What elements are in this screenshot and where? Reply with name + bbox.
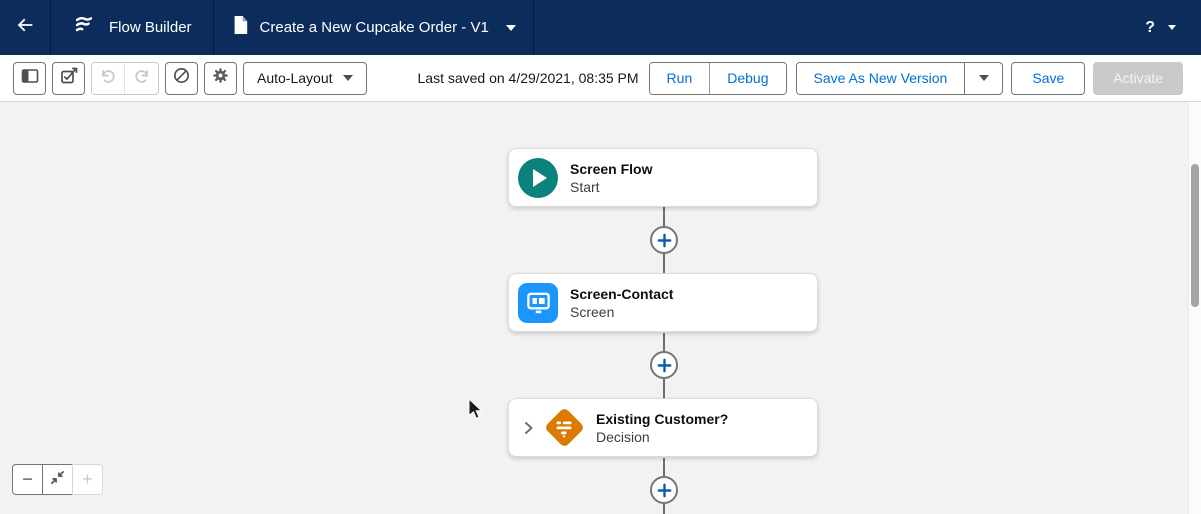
run-button[interactable]: Run — [650, 63, 710, 94]
plus-icon — [657, 233, 672, 248]
help-icon: ? — [1145, 19, 1155, 37]
scrollbar-thumb[interactable] — [1191, 164, 1199, 307]
last-saved-status: Last saved on 4/29/2021, 08:35 PM — [418, 70, 639, 86]
collapse-arrows-icon — [50, 470, 65, 490]
mouse-cursor — [468, 398, 484, 425]
zoom-controls: − + — [12, 464, 103, 495]
flow-title-menu[interactable]: Create a New Cupcake Order - V1 — [214, 0, 534, 55]
node-text: Screen Flow Start — [570, 160, 652, 196]
gear-icon — [211, 66, 230, 90]
activate-button[interactable]: Activate — [1093, 62, 1183, 95]
zoom-fit-button[interactable] — [42, 464, 73, 495]
plus-icon: + — [82, 469, 93, 490]
add-element-button[interactable] — [650, 476, 678, 504]
node-title: Screen Flow — [570, 160, 652, 178]
decision-element-icon — [542, 406, 586, 450]
save-button[interactable]: Save — [1011, 62, 1085, 95]
vertical-scrollbar — [1188, 102, 1201, 514]
flow-start-play-icon — [518, 158, 558, 198]
save-as-group: Save As New Version — [796, 62, 1004, 95]
node-subtitle: Decision — [596, 428, 728, 446]
back-button[interactable] — [0, 0, 51, 55]
flow-node-start[interactable]: Screen Flow Start — [508, 148, 818, 207]
toggle-toolbox-button[interactable] — [13, 62, 46, 95]
node-text: Screen-Contact Screen — [570, 285, 673, 321]
redo-button[interactable] — [125, 63, 158, 94]
help-caret-down-icon — [1168, 25, 1176, 30]
flow-title: Create a New Cupcake Order - V1 — [260, 19, 489, 36]
save-as-caret-down-icon — [979, 75, 989, 81]
screen-element-icon — [518, 283, 558, 323]
flow-node-existing-customer[interactable]: Existing Customer? Decision — [508, 398, 818, 457]
redo-icon — [133, 67, 151, 90]
flow-node-screen-contact[interactable]: Screen-Contact Screen — [508, 273, 818, 332]
debug-button[interactable]: Debug — [709, 63, 785, 94]
node-title: Existing Customer? — [596, 410, 728, 428]
run-debug-group: Run Debug — [649, 62, 787, 95]
view-errors-button[interactable] — [165, 62, 198, 95]
zoom-out-button[interactable]: − — [12, 464, 43, 495]
builder-toolbar: Auto-Layout Last saved on 4/29/2021, 08:… — [0, 55, 1201, 102]
app-header: Flow Builder Create a New Cupcake Order … — [0, 0, 1201, 55]
panel-toggle-icon — [20, 67, 40, 90]
undo-icon — [99, 67, 117, 90]
save-as-dropdown-button[interactable] — [964, 63, 1002, 94]
title-caret-down-icon — [506, 25, 516, 31]
undo-button[interactable] — [92, 63, 125, 94]
zoom-in-button[interactable]: + — [72, 464, 103, 495]
undo-redo-group — [91, 62, 159, 95]
add-element-button[interactable] — [650, 226, 678, 254]
flow-builder-logo-icon — [72, 13, 96, 42]
add-element-button[interactable] — [650, 351, 678, 379]
prohibit-icon — [172, 66, 191, 90]
select-elements-button[interactable] — [52, 62, 85, 95]
layout-caret-down-icon — [343, 75, 353, 81]
app-branding: Flow Builder — [51, 0, 214, 55]
help-menu[interactable]: ? — [1145, 0, 1201, 55]
expand-branches-chevron-icon[interactable] — [523, 420, 534, 436]
layout-mode-label: Auto-Layout — [257, 70, 333, 86]
layout-mode-dropdown[interactable]: Auto-Layout — [243, 62, 367, 95]
plus-icon — [657, 358, 672, 373]
save-as-new-version-button[interactable]: Save As New Version — [797, 63, 965, 94]
node-title: Screen-Contact — [570, 285, 673, 303]
node-subtitle: Screen — [570, 303, 673, 321]
document-icon — [231, 14, 249, 41]
app-name: Flow Builder — [109, 19, 192, 36]
plus-icon — [657, 483, 672, 498]
node-subtitle: Start — [570, 178, 652, 196]
multi-select-icon — [59, 66, 79, 91]
node-text: Existing Customer? Decision — [596, 410, 728, 446]
flow-canvas[interactable]: Screen Flow Start Screen-Contact Screen — [0, 102, 1201, 514]
back-arrow-icon — [14, 14, 36, 41]
flow-settings-button[interactable] — [204, 62, 237, 95]
minus-icon: − — [22, 469, 33, 490]
